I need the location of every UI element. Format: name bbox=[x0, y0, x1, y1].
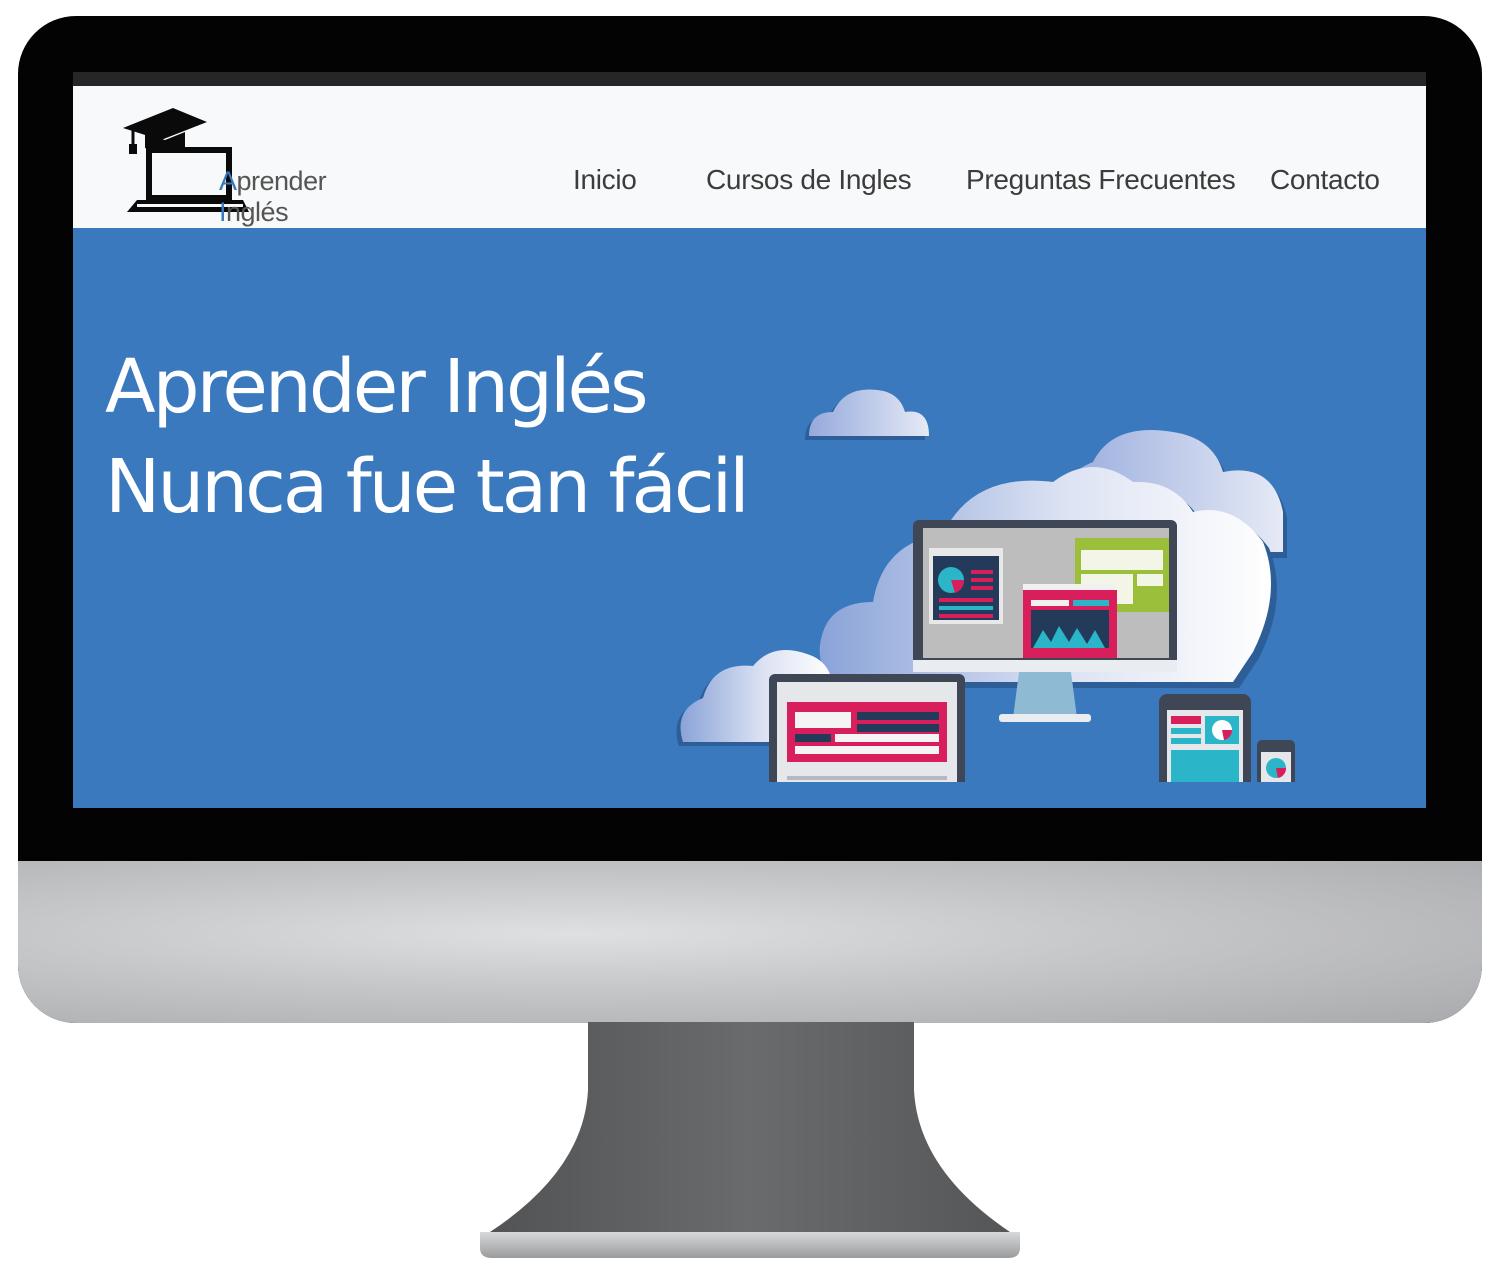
logo-initial-i: I bbox=[219, 197, 227, 227]
nav-contacto[interactable]: Contacto bbox=[1270, 164, 1380, 196]
monitor-screen: Aprender Inglés Inicio Cursos de Ingles … bbox=[73, 72, 1426, 808]
laptop-device bbox=[769, 674, 965, 782]
devices-cloud-illustration bbox=[676, 389, 1295, 782]
logo-text: Aprender Inglés bbox=[219, 166, 381, 228]
hero-title-line-1: Aprender Inglés bbox=[105, 344, 649, 430]
cloud-small bbox=[805, 389, 929, 440]
monitor-bezel: Aprender Inglés Inicio Cursos de Ingles … bbox=[18, 16, 1482, 1023]
monitor-stand bbox=[480, 1022, 1020, 1258]
site-logo[interactable]: Aprender Inglés bbox=[121, 104, 381, 227]
site-header: Aprender Inglés Inicio Cursos de Ingles … bbox=[73, 86, 1426, 228]
hero-title-line-2: Nunca fue tan fácil bbox=[105, 444, 750, 530]
monitor-chin bbox=[18, 861, 1482, 1023]
screen-top-edge bbox=[73, 72, 1426, 86]
logo-word-ingles: nglés bbox=[226, 197, 289, 227]
phone-device bbox=[1257, 740, 1295, 782]
nav-cursos-de-ingles[interactable]: Cursos de Ingles bbox=[706, 164, 912, 196]
logo-initial-a: A bbox=[219, 166, 237, 196]
nav-inicio[interactable]: Inicio bbox=[573, 164, 637, 196]
tablet-device bbox=[1159, 694, 1251, 782]
logo-word-aprender: prender bbox=[236, 166, 327, 196]
nav-preguntas-frecuentes[interactable]: Preguntas Frecuentes bbox=[966, 164, 1236, 196]
